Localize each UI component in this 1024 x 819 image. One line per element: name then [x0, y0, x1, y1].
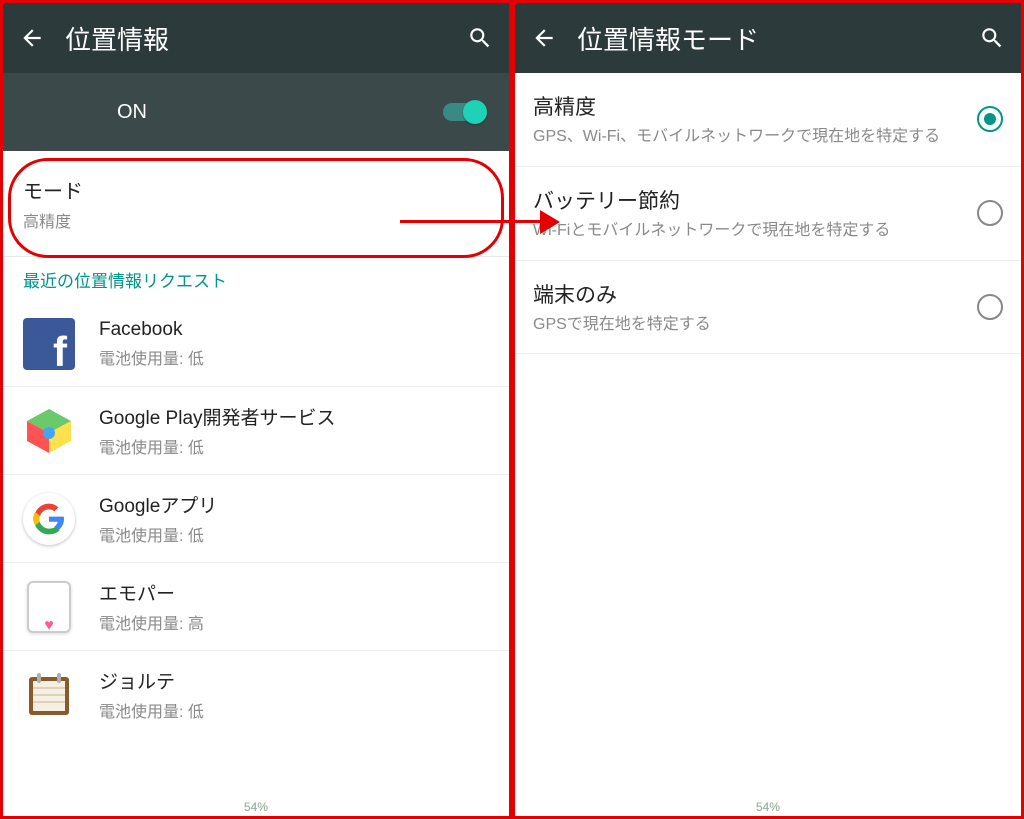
play-services-icon	[23, 405, 75, 457]
content: モード 高精度 最近の位置情報リクエスト Facebook 電池使用量: 低	[3, 151, 509, 816]
option-label: バッテリー節約	[533, 185, 963, 215]
back-button[interactable]	[527, 17, 569, 59]
jorte-icon	[23, 669, 75, 721]
radio-unselected-icon[interactable]	[977, 200, 1003, 226]
screen-location: 位置情報 ON モード 高精度 最近の位置情報リクエスト Facebook	[0, 0, 512, 819]
mode-option-device-only[interactable]: 端末のみ GPSで現在地を特定する	[515, 261, 1021, 355]
app-row-play-services[interactable]: Google Play開発者サービス 電池使用量: 低	[3, 387, 509, 475]
appbar: 位置情報モード	[515, 3, 1021, 73]
appbar: 位置情報	[3, 3, 509, 73]
option-desc: Wi-Fiとモバイルネットワークで現在地を特定する	[533, 221, 963, 242]
google-app-icon	[23, 493, 75, 545]
app-name: エモパー	[99, 579, 204, 606]
app-name: Google Play開発者サービス	[99, 403, 336, 430]
app-row-google-app[interactable]: Googleアプリ 電池使用量: 低	[3, 475, 509, 563]
back-button[interactable]	[15, 17, 57, 59]
screen-location-mode: 位置情報モード 高精度 GPS、Wi-Fi、モバイルネットワークで現在地を特定す…	[512, 0, 1024, 819]
back-arrow-icon	[19, 25, 45, 51]
search-icon	[467, 25, 493, 51]
option-desc: GPS、Wi-Fi、モバイルネットワークで現在地を特定する	[533, 127, 963, 148]
app-battery: 電池使用量: 低	[99, 522, 217, 546]
emopar-icon	[27, 581, 71, 633]
footer-percent: 54%	[515, 800, 1021, 814]
mode-value: 高精度	[23, 208, 489, 232]
location-switch-on-icon[interactable]	[443, 103, 485, 121]
app-row-facebook[interactable]: Facebook 電池使用量: 低	[3, 302, 509, 387]
back-arrow-icon	[531, 25, 557, 51]
radio-unselected-icon[interactable]	[977, 294, 1003, 320]
mode-option-high-accuracy[interactable]: 高精度 GPS、Wi-Fi、モバイルネットワークで現在地を特定する	[515, 73, 1021, 167]
option-label: 高精度	[533, 91, 963, 121]
mode-option-battery-saving[interactable]: バッテリー節約 Wi-Fiとモバイルネットワークで現在地を特定する	[515, 167, 1021, 261]
appbar-title: 位置情報モード	[577, 20, 967, 57]
app-battery: 電池使用量: 低	[99, 698, 204, 722]
app-battery: 電池使用量: 低	[99, 434, 336, 458]
recent-requests-header: 最近の位置情報リクエスト	[3, 257, 509, 302]
content: 高精度 GPS、Wi-Fi、モバイルネットワークで現在地を特定する バッテリー節…	[515, 73, 1021, 816]
app-name: ジョルテ	[99, 667, 204, 694]
app-row-emopar[interactable]: エモパー 電池使用量: 高	[3, 563, 509, 651]
search-icon	[979, 25, 1005, 51]
app-battery: 電池使用量: 高	[99, 610, 204, 634]
search-button[interactable]	[967, 17, 1009, 59]
mode-label: モード	[23, 175, 489, 204]
app-row-jorte[interactable]: ジョルテ 電池使用量: 低	[3, 651, 509, 738]
search-button[interactable]	[455, 17, 497, 59]
option-label: 端末のみ	[533, 279, 963, 309]
app-name: Facebook	[99, 319, 204, 341]
radio-selected-icon[interactable]	[977, 106, 1003, 132]
app-battery: 電池使用量: 低	[99, 345, 204, 369]
footer-percent: 54%	[3, 800, 509, 814]
appbar-title: 位置情報	[65, 20, 455, 57]
mode-row[interactable]: モード 高精度	[3, 151, 509, 256]
app-name: Googleアプリ	[99, 491, 217, 518]
facebook-icon	[23, 318, 75, 370]
option-desc: GPSで現在地を特定する	[533, 315, 963, 336]
location-toggle-bar[interactable]: ON	[3, 73, 509, 151]
toggle-label: ON	[117, 101, 147, 124]
